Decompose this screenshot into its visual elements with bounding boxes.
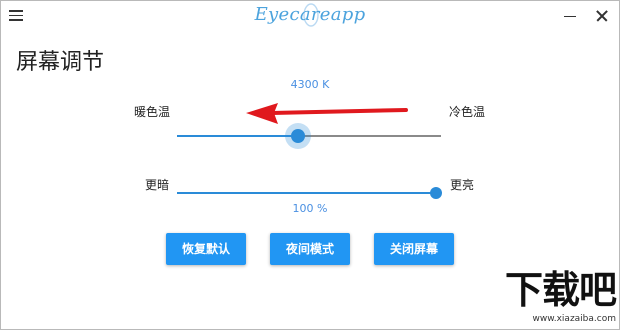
- warm-temperature-label: 暖色温: [134, 105, 171, 119]
- title-bar: Eyecareapp: [0, 0, 620, 32]
- watermark-logo-text: 下载吧: [504, 268, 617, 312]
- color-temperature-track-empty[interactable]: [297, 135, 441, 137]
- restore-default-button[interactable]: 恢复默认: [166, 233, 246, 265]
- site-watermark: 下载吧 www.xiazaiba.com: [482, 268, 617, 328]
- watermark-url: www.xiazaiba.com: [532, 314, 616, 324]
- brightness-value: 100 %: [292, 202, 328, 215]
- page-title: 屏幕调节: [16, 50, 105, 75]
- minimize-icon[interactable]: [560, 6, 580, 26]
- color-temperature-slider-thumb[interactable]: [291, 129, 305, 143]
- cold-temperature-label: 冷色温: [449, 105, 486, 119]
- hamburger-menu-icon[interactable]: [9, 10, 23, 21]
- brightness-slider-thumb[interactable]: [430, 187, 442, 199]
- brighter-label: 更亮: [450, 178, 475, 192]
- darker-label: 更暗: [145, 178, 170, 192]
- brightness-track-filled[interactable]: [177, 192, 437, 194]
- color-temperature-value: 4300 K: [290, 78, 330, 91]
- color-temperature-track-filled[interactable]: [177, 135, 297, 137]
- red-arrow-annotation: [246, 103, 408, 124]
- app-title: Eyecareapp: [254, 4, 366, 25]
- night-mode-button[interactable]: 夜间模式: [270, 233, 350, 265]
- close-icon[interactable]: [592, 6, 612, 26]
- close-screen-button[interactable]: 关闭屏幕: [374, 233, 454, 265]
